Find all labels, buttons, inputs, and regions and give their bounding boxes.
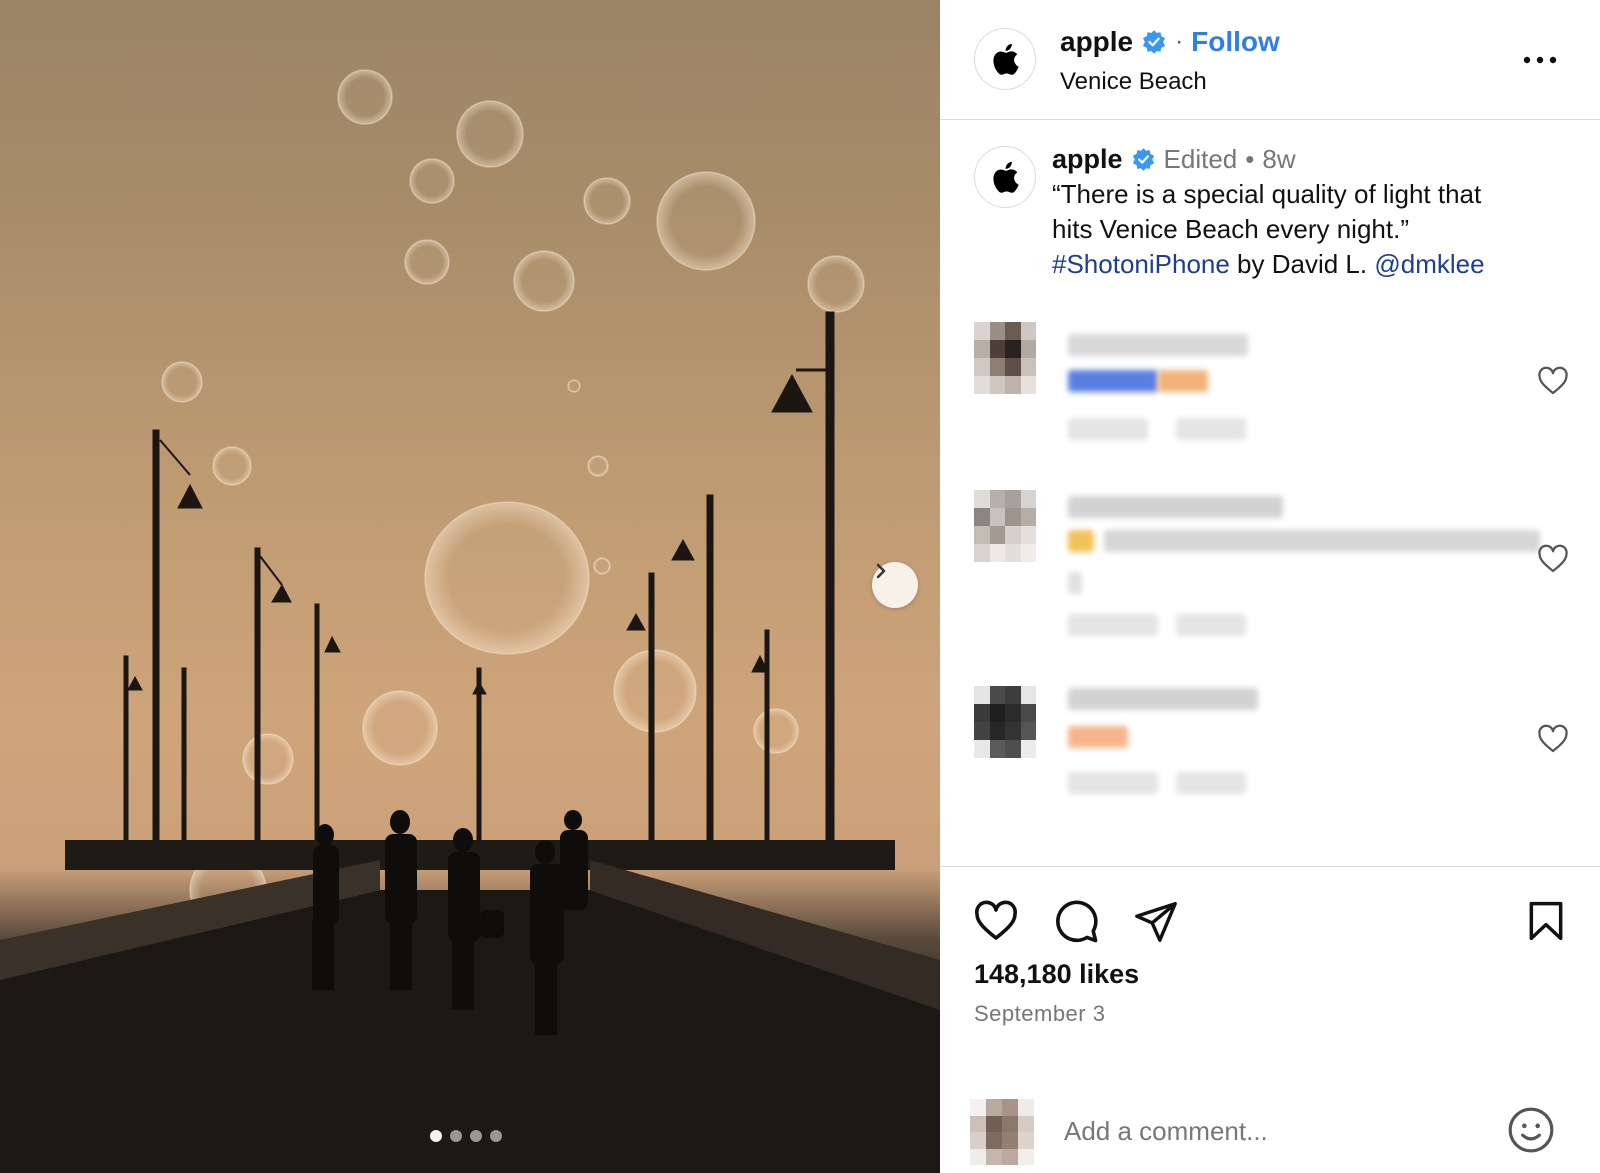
post-actions: 148,180 likes September 3 xyxy=(940,866,1600,1173)
caption-credit: by David L. xyxy=(1229,249,1375,279)
comment-text-blurred xyxy=(1068,370,1158,392)
caption-meta: apple Edited • 8w xyxy=(1052,144,1572,175)
comment-meta-blurred xyxy=(1068,772,1158,794)
heart-icon[interactable] xyxy=(1536,722,1570,756)
comment-text-blurred xyxy=(1068,530,1094,552)
comment-meta-blurred xyxy=(1068,614,1158,636)
apple-logo-icon xyxy=(993,43,1019,75)
caption-username[interactable]: apple xyxy=(1052,144,1123,175)
post-header: apple · Follow Venice Beach xyxy=(940,0,1600,120)
comment-text-blurred xyxy=(1104,530,1540,552)
carousel-dot[interactable] xyxy=(470,1130,482,1142)
comment-icon xyxy=(1056,900,1098,943)
hashtag-link[interactable]: #ShotoniPhone xyxy=(1052,249,1230,279)
mention-link[interactable]: @dmklee xyxy=(1374,249,1484,279)
commenter-avatar[interactable] xyxy=(974,686,1036,758)
comment-text-blurred xyxy=(1068,726,1128,748)
comment-item xyxy=(974,490,1574,650)
caption-line-2: hits Venice Beach every night.” xyxy=(1052,214,1409,244)
comment-text-blurred xyxy=(1068,572,1082,594)
comment-username-blurred[interactable] xyxy=(1068,496,1283,518)
edited-label: Edited xyxy=(1163,144,1238,174)
comment-reply-blurred[interactable] xyxy=(1176,772,1246,794)
carousel-dots xyxy=(430,1130,502,1142)
heart-icon xyxy=(975,900,1017,940)
caption-author-avatar[interactable] xyxy=(974,146,1036,208)
next-slide-button[interactable] xyxy=(872,562,918,608)
comment-input[interactable] xyxy=(1064,1109,1484,1153)
chevron-right-icon xyxy=(876,563,886,579)
apple-logo-icon xyxy=(993,161,1019,193)
post-location[interactable]: Venice Beach xyxy=(1060,68,1280,96)
caption-line-3: #ShotoniPhone by David L. @dmklee xyxy=(1052,247,1572,282)
caption-line-1: “There is a special quality of light tha… xyxy=(1052,179,1482,209)
heart-icon[interactable] xyxy=(1536,542,1570,576)
carousel-dot[interactable] xyxy=(450,1130,462,1142)
heart-icon[interactable] xyxy=(1536,364,1570,398)
caption-text: “There is a special quality of light tha… xyxy=(1052,177,1572,282)
comment-reply-blurred[interactable] xyxy=(1176,418,1246,440)
comment-username-blurred[interactable] xyxy=(1068,334,1248,356)
photo-scene xyxy=(0,69,940,1173)
caption-body: apple Edited • 8w “There is a special qu… xyxy=(1052,144,1572,282)
comment-meta-blurred xyxy=(1068,418,1148,440)
comment-button[interactable] xyxy=(1050,895,1102,947)
caption-separator: • xyxy=(1245,144,1255,174)
commenter-avatar[interactable] xyxy=(974,490,1036,562)
verified-badge-icon xyxy=(1132,148,1154,171)
current-user-avatar xyxy=(970,1099,1034,1165)
comment-text-blurred xyxy=(1158,370,1208,392)
verified-badge-icon xyxy=(1143,30,1166,54)
emoji-icon[interactable] xyxy=(1506,1105,1556,1155)
post-time[interactable]: 8w xyxy=(1262,144,1295,175)
header-name-row: apple · Follow xyxy=(1060,26,1280,58)
follow-button[interactable]: Follow xyxy=(1191,26,1280,58)
post-sidebar: apple · Follow Venice Beach apple Edited… xyxy=(940,0,1600,1173)
likes-count[interactable]: 148,180 likes xyxy=(974,959,1139,990)
post-date: September 3 xyxy=(974,1001,1106,1026)
author-avatar[interactable] xyxy=(974,28,1036,90)
comment-composer xyxy=(940,1079,1600,1173)
header-separator: · xyxy=(1175,28,1184,55)
header-text: apple · Follow Venice Beach xyxy=(1060,26,1280,96)
post-photo xyxy=(0,0,940,1173)
more-options-button[interactable] xyxy=(1520,40,1560,80)
comment-reply-blurred[interactable] xyxy=(1176,614,1246,636)
comment-item xyxy=(974,686,1574,816)
commenter-avatar[interactable] xyxy=(974,322,1036,394)
save-button[interactable] xyxy=(1520,895,1572,947)
comment-username-blurred[interactable] xyxy=(1068,688,1258,710)
share-button[interactable] xyxy=(1130,895,1182,947)
carousel-dot[interactable] xyxy=(430,1130,442,1142)
author-username[interactable]: apple xyxy=(1060,26,1133,58)
soap-bubbles xyxy=(161,69,865,929)
like-button[interactable] xyxy=(970,895,1022,947)
bookmark-icon xyxy=(1529,901,1563,941)
share-icon xyxy=(1135,902,1177,942)
carousel-dot[interactable] xyxy=(490,1130,502,1142)
more-icon xyxy=(1523,56,1557,64)
comment-item xyxy=(974,322,1574,452)
